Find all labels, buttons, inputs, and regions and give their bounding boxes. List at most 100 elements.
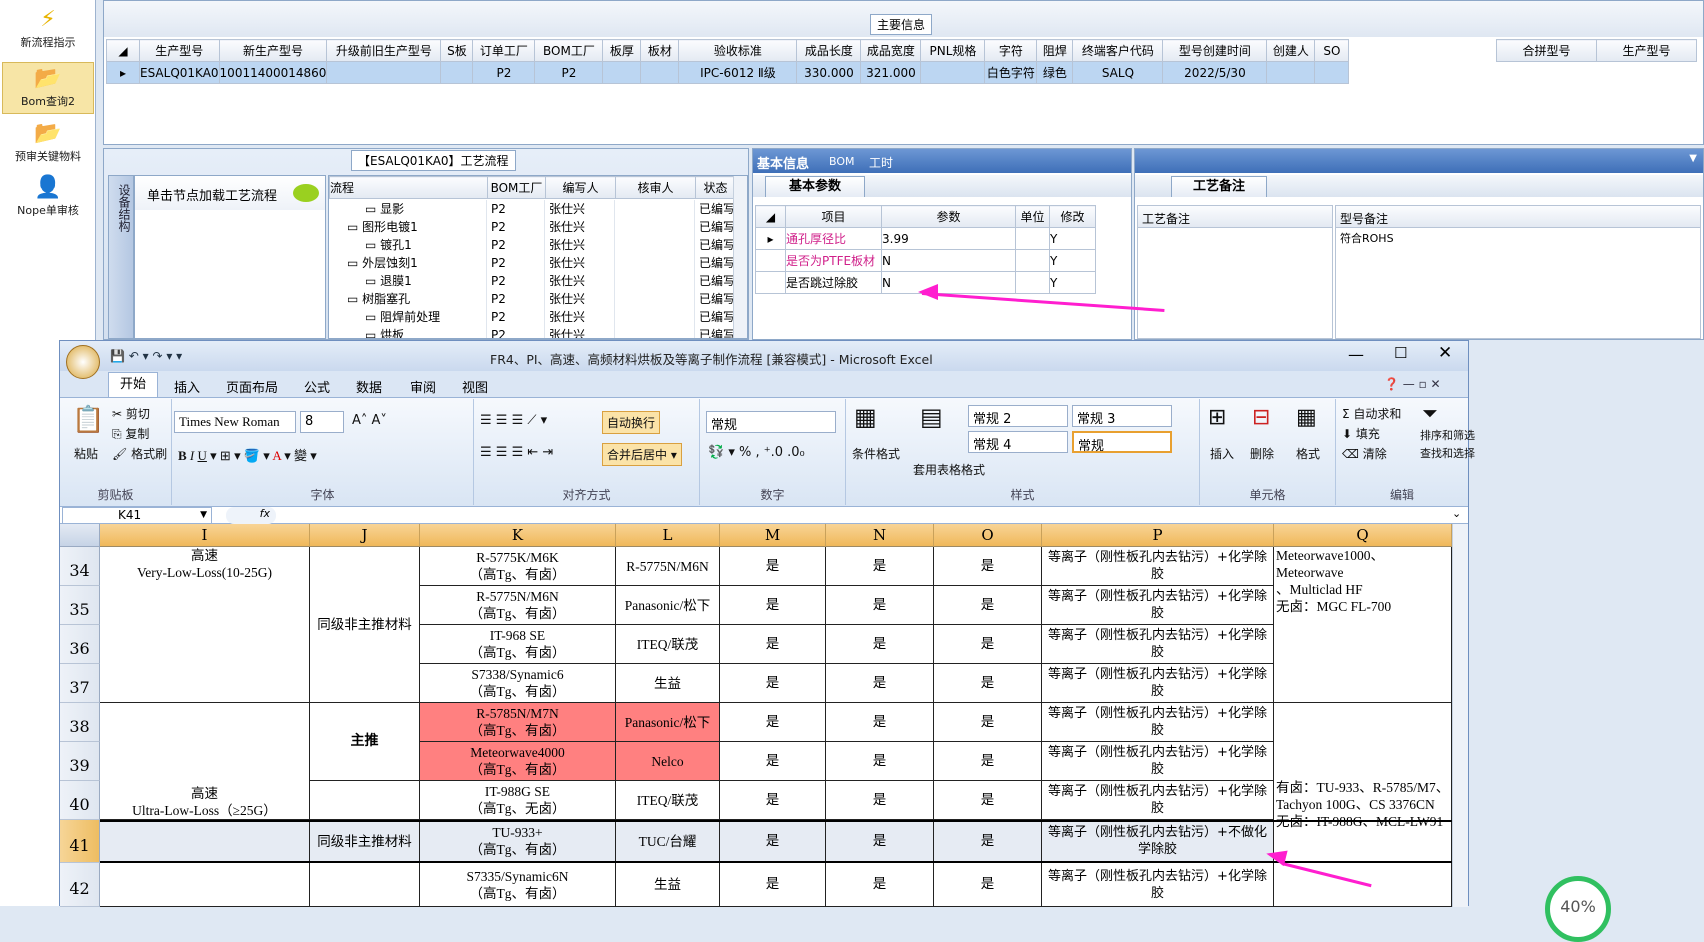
select-all-corner[interactable]: [60, 524, 100, 547]
paste-icon[interactable]: 📋: [72, 405, 104, 435]
cell-P-39[interactable]: 等离子（刚性板孔内去钻污）+化学除胶: [1042, 742, 1274, 781]
cell-O-40[interactable]: 是: [934, 781, 1042, 820]
process-cell[interactable]: 已编写: [695, 326, 735, 338]
process-cell[interactable]: P2: [487, 326, 545, 338]
cell[interactable]: N: [881, 249, 1016, 272]
tree-node[interactable]: ▭ 阻焊前处理: [329, 308, 487, 326]
col-header[interactable]: 板厚: [602, 39, 642, 62]
nav-item-nope[interactable]: 👤 Nope单审核: [2, 172, 94, 224]
cell[interactable]: 2022/5/30: [1162, 61, 1268, 84]
tab-review[interactable]: 审阅: [410, 377, 436, 396]
col-header[interactable]: 项目: [785, 205, 882, 228]
cell-N-37[interactable]: 是: [826, 664, 934, 703]
process-cell[interactable]: 张仕兴: [545, 200, 615, 218]
table-row[interactable]: ▸ 通孔厚径比 3.99 Y: [755, 227, 1096, 250]
cell[interactable]: 10011400014860: [218, 61, 328, 84]
cell-O-35[interactable]: 是: [934, 586, 1042, 625]
cell[interactable]: 通孔厚径比: [785, 227, 882, 250]
cell[interactable]: 是否为PTFE板材: [785, 249, 882, 272]
cell[interactable]: [440, 61, 474, 84]
model-remark-box[interactable]: 型号备注 符合ROHS: [1335, 205, 1701, 339]
cell-O-34[interactable]: 是: [934, 547, 1042, 586]
process-cell[interactable]: 张仕兴: [545, 218, 615, 236]
column-header-M[interactable]: M: [720, 524, 826, 547]
merge-model-table[interactable]: 合拼型号 生产型号: [1496, 39, 1697, 62]
tab-insert[interactable]: 插入: [174, 377, 200, 396]
cell-N-36[interactable]: 是: [826, 625, 934, 664]
clear-button[interactable]: ⌫ 清除: [1342, 445, 1387, 462]
cell[interactable]: [1266, 61, 1316, 84]
cell-N-41[interactable]: 是: [826, 820, 934, 863]
cell-N-35[interactable]: 是: [826, 586, 934, 625]
font-size-select[interactable]: 8: [300, 411, 344, 433]
cell-I-42[interactable]: [100, 863, 310, 907]
cell-K-42[interactable]: S7335/Synamic6N （高Tg、有卤）: [420, 863, 616, 907]
process-cell[interactable]: P2: [487, 200, 545, 218]
close-button[interactable]: ✕: [1438, 343, 1452, 363]
col-header[interactable]: 状态: [695, 176, 736, 199]
cell-L-38[interactable]: Panasonic/松下: [616, 703, 720, 742]
col-header[interactable]: 成品长度: [796, 39, 862, 62]
style-normal-2[interactable]: 常规 2: [968, 405, 1068, 427]
cell-N-40[interactable]: 是: [826, 781, 934, 820]
process-cell[interactable]: 张仕兴: [545, 326, 615, 338]
cell-M-37[interactable]: 是: [720, 664, 826, 703]
style-normal-3[interactable]: 常规 3: [1072, 405, 1172, 427]
cell-P-34[interactable]: 等离子（刚性板孔内去钻污）+化学除胶: [1042, 547, 1274, 586]
cell-P-36[interactable]: 等离子（刚性板孔内去钻污）+化学除胶: [1042, 625, 1274, 664]
col-header[interactable]: 编写人: [545, 176, 616, 199]
tree-node[interactable]: ▭ 镀孔1: [329, 236, 487, 254]
align-h-buttons[interactable]: ☰ ☰ ☰ ⇤ ⇥: [480, 445, 553, 460]
format-cells-icon[interactable]: ▦: [1296, 405, 1317, 430]
cell-L-42[interactable]: 生益: [616, 863, 720, 907]
cell[interactable]: P2: [534, 61, 604, 84]
tree-node[interactable]: ▭ 烘板: [329, 326, 487, 338]
subtab-basic-params[interactable]: 基本参数: [765, 176, 865, 197]
cell[interactable]: ESALQ01KA0: [139, 61, 220, 84]
process-cell[interactable]: 张仕兴: [545, 254, 615, 272]
fill-button[interactable]: ⬇ 填充: [1342, 425, 1380, 442]
cell-K-40[interactable]: IT-988G SE （高Tg、无卤）: [420, 781, 616, 820]
cell-L-41[interactable]: TUC/台耀: [616, 820, 720, 863]
main-info-table[interactable]: ◢ 生产型号 新生产型号 升级前旧生产型号 S板 订单工厂 BOM工厂 板厚 板…: [106, 39, 1350, 84]
table-format-button[interactable]: 套用表格格式: [904, 461, 994, 478]
cell-I-speed-ull[interactable]: 高速 Ultra-Low-Loss（≥25G）: [100, 703, 310, 820]
process-cell[interactable]: [615, 290, 695, 308]
tree-node[interactable]: ▭ 图形电镀1: [329, 218, 487, 236]
column-header-N[interactable]: N: [826, 524, 934, 547]
column-header-P[interactable]: P: [1042, 524, 1274, 547]
help-icon[interactable]: ❓ — ▫ ✕: [1384, 377, 1441, 391]
tree-node[interactable]: ▭ 退膜1: [329, 272, 487, 290]
nav-item-precheck[interactable]: 📂 预审关键物料: [2, 118, 94, 170]
cell-K-38[interactable]: R-5785N/M7N （高Tg、有卤）: [420, 703, 616, 742]
remark-value[interactable]: 符合ROHS: [1336, 228, 1700, 248]
cell[interactable]: [1314, 61, 1350, 84]
cell[interactable]: [1015, 271, 1050, 294]
cell[interactable]: 330.000: [796, 61, 862, 84]
cell-I-41[interactable]: [100, 820, 310, 863]
cell-M-38[interactable]: 是: [720, 703, 826, 742]
tab-bom[interactable]: BOM: [829, 155, 855, 168]
cell-L-40[interactable]: ITEQ/联茂: [616, 781, 720, 820]
row-header-37[interactable]: 37: [60, 664, 100, 703]
cell-O-41[interactable]: 是: [934, 820, 1042, 863]
process-cell[interactable]: [615, 218, 695, 236]
cell-P-37[interactable]: 等离子（刚性板孔内去钻污）+化学除胶: [1042, 664, 1274, 703]
cell-P-35[interactable]: 等离子（刚性板孔内去钻污）+化学除胶: [1042, 586, 1274, 625]
cell[interactable]: [1015, 249, 1050, 272]
cell-J-41[interactable]: 同级非主推材料: [310, 820, 420, 863]
cell-M-36[interactable]: 是: [720, 625, 826, 664]
vertical-scrollbar[interactable]: [733, 176, 747, 338]
cell-O-36[interactable]: 是: [934, 625, 1042, 664]
cell-K-34[interactable]: R-5775K/M6K （高Tg、有卤）: [420, 547, 616, 586]
col-header[interactable]: 新生产型号: [218, 39, 328, 62]
row-header-38[interactable]: 38: [60, 703, 100, 742]
cell-O-38[interactable]: 是: [934, 703, 1042, 742]
process-tree-table[interactable]: 流程 BOM工厂 编写人 核审人 状态 ▭ 显影 P2 张仕兴 已编写 ▭ 图形电镀1 P2 张仕兴…: [328, 175, 748, 339]
process-cell[interactable]: 已编写: [695, 254, 735, 272]
chevron-down-icon[interactable]: ▼: [1689, 153, 1697, 164]
tree-node[interactable]: ▭ 显影: [329, 200, 487, 218]
conditional-format-icon[interactable]: ▦: [854, 403, 877, 431]
cell-M-42[interactable]: 是: [720, 863, 826, 907]
wrap-text-button[interactable]: 自动换行: [602, 411, 661, 434]
